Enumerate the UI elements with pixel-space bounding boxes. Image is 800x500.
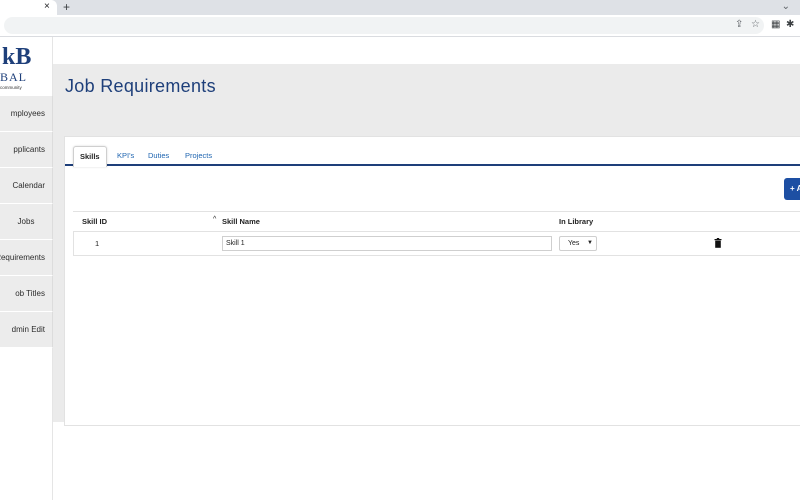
column-header-skill-id[interactable]: Skill ID — [82, 212, 107, 232]
sidebar-item-requirements[interactable]: Requirements — [0, 240, 53, 276]
requirements-card: Skills KPI's Duties Projects + A Skill I… — [64, 136, 800, 426]
sidebar-item-applicants[interactable]: pplicants — [0, 132, 53, 168]
sidebar-item-label: mployees — [10, 109, 45, 118]
sidebar-item-label: dmin Edit — [11, 325, 45, 334]
main-area: Job Requirements Skills KPI's Duties Pro… — [53, 37, 800, 500]
in-library-value: Yes — [568, 240, 580, 247]
table-header: Skill ID ^ Skill Name In Library — [73, 212, 800, 232]
skill-id-cell: 1 — [95, 239, 100, 248]
add-skill-button[interactable]: + A — [784, 178, 800, 200]
top-bar — [53, 37, 800, 64]
tab-skills[interactable]: Skills — [73, 146, 107, 167]
sidebar-item-label: ob Titles — [15, 289, 45, 298]
tab-kpis[interactable]: KPI's — [111, 146, 140, 166]
sidebar-item-job-titles[interactable]: ob Titles — [0, 276, 53, 312]
close-icon[interactable]: × — [44, 1, 50, 13]
sidebar-item-jobs[interactable]: Jobs — [0, 204, 53, 240]
content-area: Job Requirements Skills KPI's Duties Pro… — [53, 64, 800, 426]
plus-icon[interactable]: + — [63, 0, 70, 15]
star-icon[interactable]: ☆ — [751, 18, 760, 32]
logo-text: BAL — [0, 70, 27, 84]
page-title: Job Requirements — [65, 76, 216, 96]
skill-name-input[interactable]: Skill 1 — [222, 236, 552, 251]
skills-table: Skill ID ^ Skill Name In Library 1 Skill… — [73, 211, 800, 256]
column-header-in-library[interactable]: In Library — [559, 212, 593, 232]
sidebar-nav: mployees pplicants Calendar Jobs Require… — [0, 96, 53, 348]
sidebar-item-calendar[interactable]: Calendar — [0, 168, 53, 204]
sidebar-item-employees[interactable]: mployees — [0, 96, 53, 132]
sidebar-item-label: Requirements — [0, 253, 45, 262]
browser-tabstrip: × + ⌄ — [0, 0, 800, 15]
sidebar-item-admin-edit[interactable]: dmin Edit — [0, 312, 53, 348]
chevron-down-icon: ▼ — [587, 240, 593, 246]
in-library-select[interactable]: Yes ▼ — [559, 236, 597, 251]
chevron-down-icon[interactable]: ⌄ — [782, 1, 790, 13]
tab-duties[interactable]: Duties — [142, 146, 175, 166]
logo[interactable]: kB BAL community — [0, 43, 53, 93]
table-row: 1 Skill 1 Yes ▼ — [73, 232, 800, 256]
extension-icon[interactable]: ▦ — [771, 18, 780, 32]
puzzle-icon[interactable]: ✱ — [786, 18, 794, 32]
address-bar[interactable]: ⇪ ☆ — [4, 17, 764, 34]
share-icon[interactable]: ⇪ — [735, 18, 743, 32]
column-header-skill-name[interactable]: Skill Name — [222, 212, 260, 232]
logo-tagline: community — [0, 85, 22, 90]
sort-up-icon[interactable]: ^ — [213, 215, 216, 225]
sidebar-item-label: Calendar — [12, 181, 45, 190]
sidebar-item-label: pplicants — [13, 145, 45, 154]
sidebar-item-label: Jobs — [17, 217, 35, 226]
browser-tab[interactable]: × — [0, 0, 57, 15]
browser-toolbar: ⇪ ☆ ▦ ✱ — [0, 15, 800, 37]
trash-icon[interactable] — [714, 238, 722, 248]
tab-bar: Skills KPI's Duties Projects — [65, 146, 800, 167]
sidebar: kB BAL community mployees pplicants Cale… — [0, 37, 53, 500]
logo-mark: kB — [2, 44, 32, 70]
tab-projects[interactable]: Projects — [179, 146, 218, 166]
